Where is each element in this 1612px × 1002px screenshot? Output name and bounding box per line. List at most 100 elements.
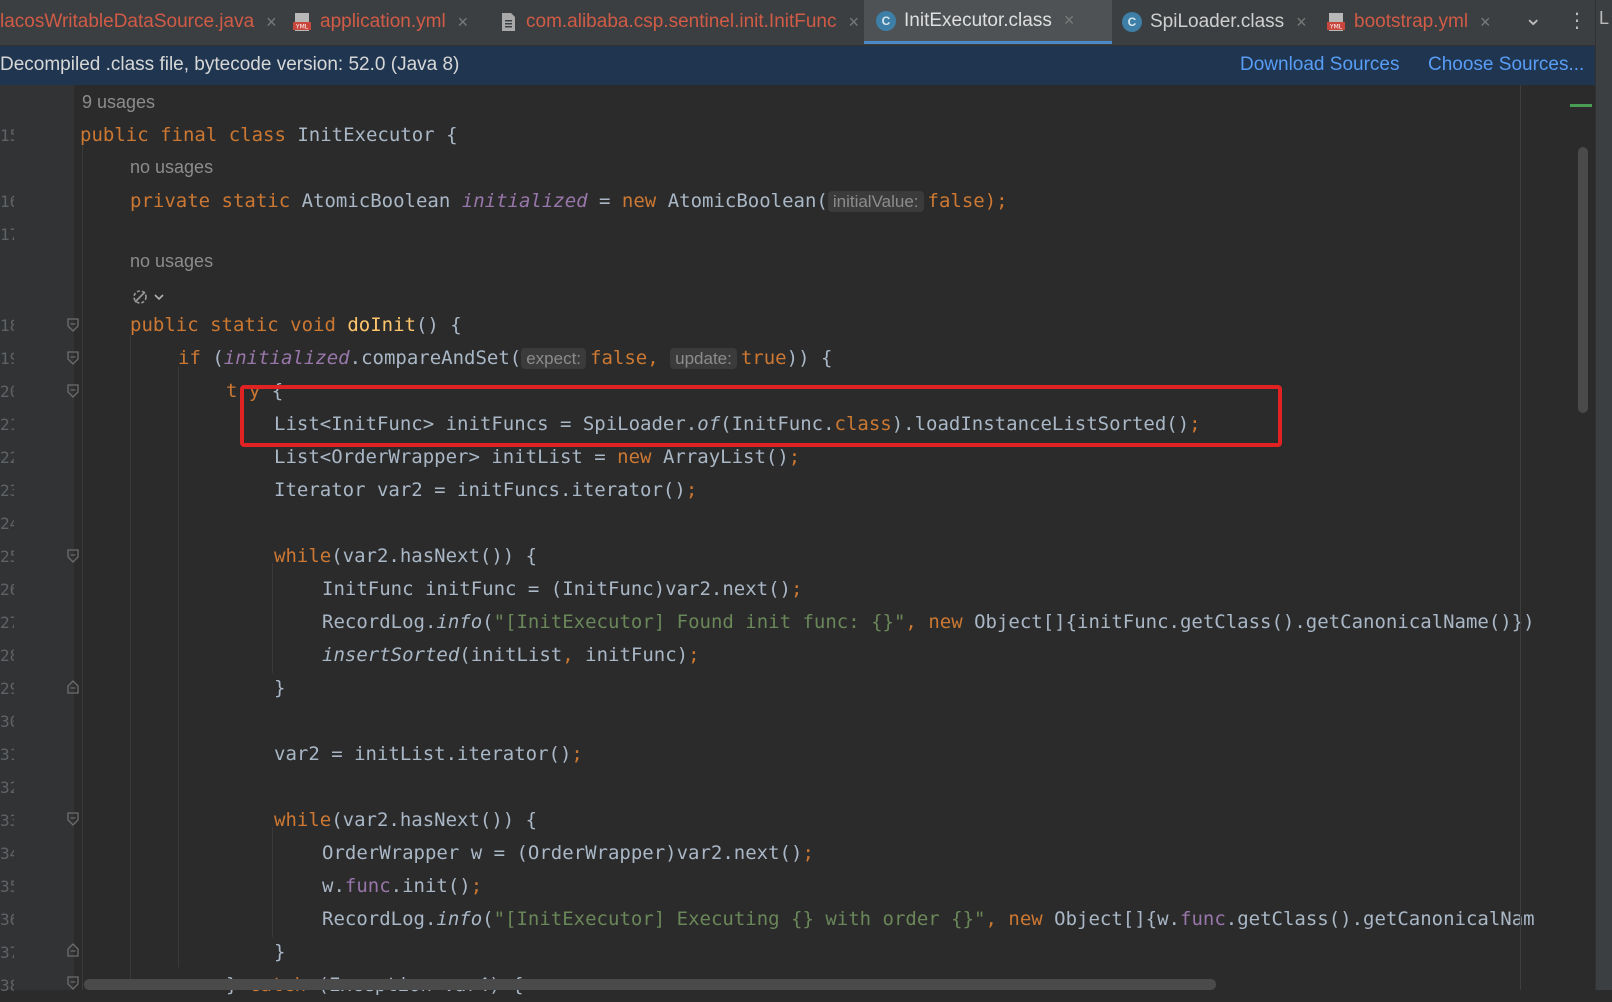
line-number: 21 xyxy=(0,415,14,434)
class-file-icon: C xyxy=(1122,12,1142,32)
code-text: AtomicBoolean( xyxy=(667,190,828,212)
code-text: OrderWrapper w = (OrderWrapper)var2.next… xyxy=(322,842,803,864)
code-line-34: OrderWrapper w = (OrderWrapper)var2.next… xyxy=(322,837,814,870)
code-line-19: if (initialized.compareAndSet(expect: fal… xyxy=(178,342,832,375)
punctuation: ; xyxy=(791,578,803,600)
line-number: 24 xyxy=(0,514,14,533)
line-number: 29 xyxy=(0,679,14,698)
inspection-ok-marker[interactable] xyxy=(1570,104,1592,107)
line-number: 20 xyxy=(0,382,14,401)
line-number: 15 xyxy=(0,126,14,145)
tab-label: lacosWritableDataSource.java xyxy=(0,11,255,32)
fold-end-icon[interactable] xyxy=(67,680,79,694)
close-icon[interactable]: × xyxy=(1296,12,1307,33)
indent-guide xyxy=(178,367,179,967)
code-line-16: private static AtomicBoolean initialized… xyxy=(130,185,1008,218)
code-text: )) { xyxy=(786,347,833,369)
code-line-23: Iterator var2 = initFuncs.iterator(); xyxy=(274,474,697,507)
code-line-35: w.func.init(); xyxy=(322,870,482,903)
download-sources-link[interactable]: Download Sources xyxy=(1240,54,1399,76)
instance-field: func xyxy=(1180,908,1226,930)
keyword: while xyxy=(274,545,332,567)
fold-icon[interactable] xyxy=(67,318,79,332)
keyword: new xyxy=(1008,908,1055,930)
tab-label: application.yml xyxy=(320,11,446,32)
line-number: 17 xyxy=(0,225,14,244)
string-literal: "[InitExecutor] Found init func: {}" xyxy=(493,611,906,633)
right-tool-strip: L xyxy=(1595,0,1612,990)
line-number: 35 xyxy=(0,877,14,896)
yml-file-icon: YML xyxy=(1327,13,1345,31)
vertical-scrollbar[interactable] xyxy=(1578,147,1588,413)
code-text: Object[]{initFunc.getClass().getCanonica… xyxy=(974,611,1535,633)
static-field: initialized xyxy=(461,190,588,212)
close-icon[interactable]: × xyxy=(458,12,469,33)
code-text: (var2.hasNext()) { xyxy=(331,809,538,831)
code-editor[interactable]: 15 16 17 18 19 20 21 22 23 24 25 26 27 2… xyxy=(0,85,1612,996)
code-text: { xyxy=(434,124,458,146)
tab-label: com.alibaba.csp.sentinel.init.InitFunc xyxy=(526,11,837,32)
keyword: true xyxy=(740,347,787,369)
usages-hint[interactable]: 9 usages xyxy=(82,86,155,119)
code-text: InitFunc initFunc = (InitFunc)var2.next(… xyxy=(322,578,791,600)
code-line-37: } xyxy=(274,936,285,969)
punctuation: ; xyxy=(788,446,801,468)
tool-window-label[interactable]: L xyxy=(1599,8,1609,29)
tab-initfunc-spi-file[interactable]: com.alibaba.csp.sentinel.init.InitFunc × xyxy=(498,0,859,44)
fold-icon[interactable] xyxy=(67,549,79,563)
code-text: } xyxy=(274,941,286,963)
code-line-29: } xyxy=(274,672,285,705)
code-text: .getClass().getCanonicalNam xyxy=(1225,908,1535,930)
fold-icon[interactable] xyxy=(67,976,79,990)
code-line-36: RecordLog.info("[InitExecutor] Executing… xyxy=(322,903,1535,936)
static-method: info xyxy=(436,611,483,633)
class-file-icon: C xyxy=(876,10,896,31)
method-name: doInit xyxy=(347,314,416,336)
usages-hint[interactable]: no usages xyxy=(130,151,213,184)
line-number-gutter: 15 16 17 18 19 20 21 22 23 24 25 26 27 2… xyxy=(0,85,79,995)
svg-text:YML: YML xyxy=(1329,24,1343,31)
fold-icon[interactable] xyxy=(67,351,79,365)
code-text: w. xyxy=(322,875,345,897)
punctuation: ; xyxy=(802,842,814,864)
close-icon[interactable]: × xyxy=(1064,10,1075,31)
parameter-hint: expect: xyxy=(521,348,587,369)
indent-guide xyxy=(272,827,273,937)
static-field: initialized xyxy=(223,347,350,369)
code-line-15: public final class InitExecutor { xyxy=(80,119,458,152)
more-vertical-icon[interactable]: ⋮ xyxy=(1567,8,1587,32)
fold-end-icon[interactable] xyxy=(67,943,79,957)
line-number: 30 xyxy=(0,712,14,731)
keyword: new xyxy=(928,611,975,633)
tab-spi-loader-class[interactable]: C SpiLoader.class × xyxy=(1122,0,1307,44)
tab-init-executor-class[interactable]: C InitExecutor.class × xyxy=(864,0,1112,44)
choose-sources-link[interactable]: Choose Sources... xyxy=(1428,54,1584,76)
tab-nacos-writable-datasource[interactable]: lacosWritableDataSource.java × xyxy=(0,0,277,44)
close-icon[interactable]: × xyxy=(266,12,277,33)
tab-bootstrap-yml[interactable]: YML bootstrap.yml × xyxy=(1326,0,1491,44)
keyword: public static void xyxy=(130,314,348,336)
code-line-18: public static void doInit() { xyxy=(130,309,462,342)
line-number: 19 xyxy=(0,349,14,368)
code-text: initFunc) xyxy=(585,644,689,666)
fold-icon[interactable] xyxy=(67,812,79,826)
code-line-33: while(var2.hasNext()) { xyxy=(274,804,537,837)
line-number: 18 xyxy=(0,316,14,335)
code-line-31: var2 = initList.iterator(); xyxy=(274,738,583,771)
ai-actions-icon[interactable] xyxy=(130,287,168,307)
horizontal-scrollbar[interactable] xyxy=(84,979,1216,990)
fold-icon[interactable] xyxy=(67,384,79,398)
line-number: 37 xyxy=(0,943,14,962)
code-text: ( xyxy=(482,908,494,930)
line-number: 28 xyxy=(0,646,14,665)
punctuation: , xyxy=(562,644,586,666)
close-icon[interactable]: × xyxy=(1480,12,1491,33)
keyword: public final class xyxy=(80,124,298,146)
close-icon[interactable]: × xyxy=(849,12,860,33)
right-margin-guide xyxy=(1520,85,1521,990)
line-number: 36 xyxy=(0,910,14,929)
static-method: insertSorted xyxy=(322,644,460,666)
chevron-down-icon[interactable]: ⌄ xyxy=(1524,6,1542,31)
tab-application-yml[interactable]: YML application.yml × xyxy=(292,0,468,44)
usages-hint[interactable]: no usages xyxy=(130,245,213,278)
